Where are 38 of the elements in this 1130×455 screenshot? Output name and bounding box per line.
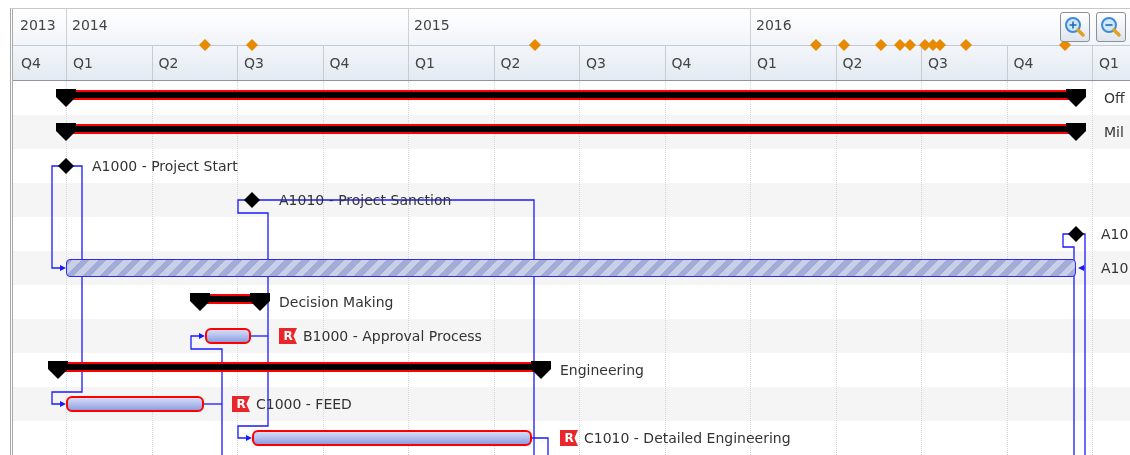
milestone-diamond-icon: [58, 158, 74, 174]
task-label: Decision Making: [279, 293, 394, 311]
quarter-label: Q1: [66, 46, 152, 80]
marker-icon: [199, 39, 211, 51]
year-label: 2013: [19, 16, 57, 35]
quarter-label: Q3: [579, 46, 665, 80]
marker-icon: [838, 39, 850, 51]
task-label: B1000 - Approval Process: [303, 327, 482, 345]
marker-icon: [960, 39, 972, 51]
task-label: A1000 - Project Start: [92, 157, 238, 175]
task-bar: [205, 328, 251, 344]
zoom-out-icon: [1100, 16, 1122, 38]
risk-flag: R: [560, 430, 578, 446]
milestone-diamond-icon: [244, 192, 260, 208]
task-label: A10: [1101, 225, 1129, 243]
task-label: A10: [1101, 259, 1129, 277]
marker-icon: [904, 39, 916, 51]
risk-flag: R: [279, 328, 297, 344]
quarter-label: Q4: [664, 46, 750, 80]
milestone-diamond-icon: [1068, 226, 1084, 242]
quarter-label: Q4: [322, 46, 408, 80]
task-label: Engineering: [560, 361, 644, 379]
marker-icon: [246, 39, 258, 51]
task-label: Off: [1104, 89, 1125, 107]
zoom-out-button[interactable]: [1096, 12, 1126, 42]
marker-icon: [529, 39, 541, 51]
risk-flag: R: [232, 396, 250, 412]
quarter-label: Q1: [1092, 46, 1130, 80]
zoom-in-button[interactable]: [1060, 12, 1090, 42]
marker-icon: [934, 39, 946, 51]
quarter-label: Q1: [408, 46, 494, 80]
marker-icon: [875, 39, 887, 51]
marker-icon: [894, 39, 906, 51]
zoom-in-icon: [1064, 16, 1086, 38]
task-label: Mil: [1104, 123, 1124, 141]
marker-icon: [810, 39, 822, 51]
quarter-label: Q4: [20, 54, 42, 74]
task-label: C1010 - Detailed Engineering: [584, 429, 791, 447]
